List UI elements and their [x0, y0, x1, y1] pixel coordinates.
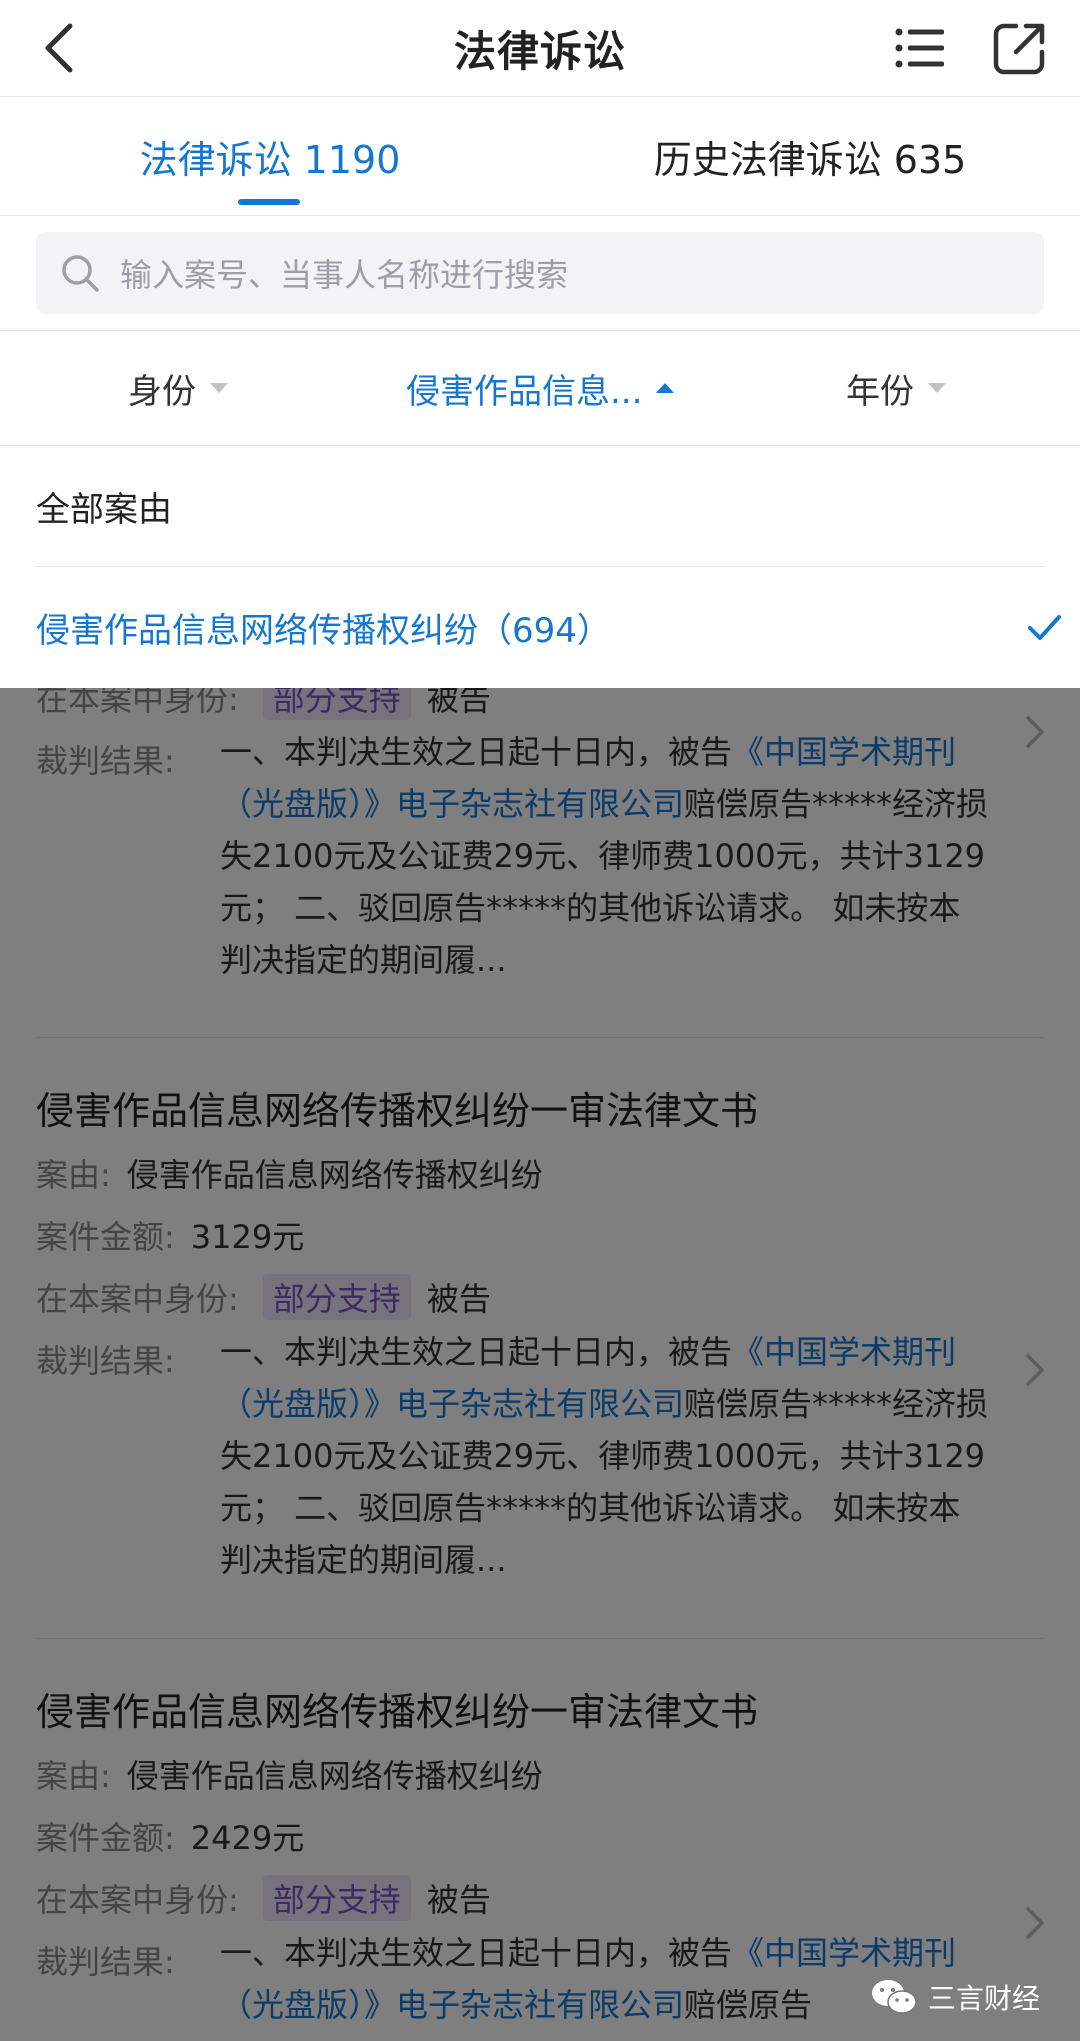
- top-nav-bar: 法律诉讼: [0, 0, 1080, 97]
- filter-identity[interactable]: 身份: [128, 331, 228, 445]
- search-input[interactable]: 输入案号、当事人名称进行搜索: [36, 232, 1044, 314]
- share-external-icon[interactable]: [984, 12, 1056, 84]
- search-section: 输入案号、当事人名称进行搜索: [0, 216, 1080, 331]
- dim-overlay[interactable]: [0, 688, 1080, 2041]
- wechat-icon: [871, 1980, 917, 2014]
- filter-bar: 身份 侵害作品信息... 年份: [0, 331, 1080, 446]
- caret-down-icon: [210, 383, 228, 393]
- filter-year-label: 年份: [846, 371, 914, 412]
- checkmark-icon: [1028, 615, 1061, 640]
- dropdown-option-label: 侵害作品信息网络传播权纠纷（694）: [36, 610, 611, 651]
- filter-cause[interactable]: 侵害作品信息...: [406, 331, 675, 445]
- tab-history-litigation[interactable]: 历史法律诉讼 635: [540, 97, 1080, 215]
- watermark: 三言财经: [870, 1977, 1040, 2017]
- filter-year[interactable]: 年份: [846, 331, 946, 445]
- dropdown-option-selected[interactable]: 侵害作品信息网络传播权纠纷（694）: [36, 567, 1061, 687]
- watermark-text: 三言财经: [927, 1982, 1040, 2015]
- search-placeholder: 输入案号、当事人名称进行搜索: [120, 256, 569, 294]
- dropdown-option-label: 全部案由: [36, 489, 172, 530]
- caret-down-icon: [928, 383, 946, 393]
- tab-bar: 法律诉讼 1190 历史法律诉讼 635: [0, 97, 1080, 216]
- caret-up-icon: [656, 383, 675, 393]
- tab-legal-litigation[interactable]: 法律诉讼 1190: [0, 97, 540, 215]
- dropdown-option-all[interactable]: 全部案由: [36, 446, 1044, 567]
- cause-dropdown-panel: 全部案由 侵害作品信息网络传播权纠纷（694）: [0, 446, 1080, 688]
- filter-identity-label: 身份: [128, 371, 196, 412]
- list-menu-icon[interactable]: [888, 16, 952, 80]
- search-icon: [56, 249, 104, 297]
- filter-cause-label: 侵害作品信息...: [406, 371, 643, 412]
- active-tab-indicator: [238, 199, 300, 205]
